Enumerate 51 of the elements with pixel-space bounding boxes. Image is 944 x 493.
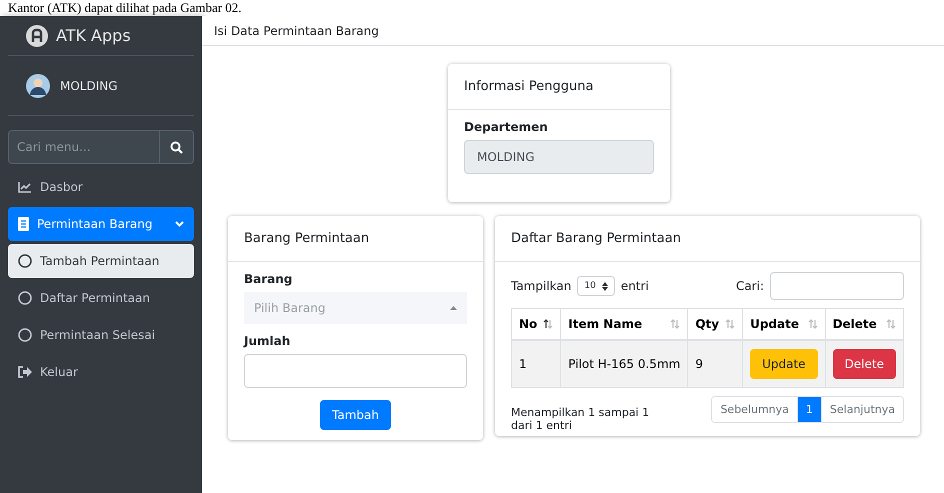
sidebar-item[interactable]: Keluar — [8, 355, 194, 389]
table-search-field[interactable] — [770, 272, 904, 300]
search-label: Cari: — [736, 279, 764, 293]
sidebar-subitem[interactable]: Permintaan Selesai — [8, 318, 194, 352]
sort-icon — [808, 319, 818, 329]
delete-button[interactable]: Delete — [832, 349, 896, 379]
page-size-select[interactable]: 10 — [577, 276, 615, 296]
document-caption: Kantor (ATK) dapat dilihat pada Gambar 02. — [7, 0, 243, 16]
field-label: Barang — [244, 272, 294, 286]
quantity-field[interactable] — [244, 354, 467, 388]
document-icon — [18, 217, 29, 231]
menu-search-field[interactable]: Cari menu... — [9, 131, 159, 163]
sidebar-item[interactable]: Permintaan Barang — [8, 207, 194, 241]
pagination-link[interactable]: 1 — [796, 397, 821, 422]
logo-icon — [26, 24, 48, 46]
avatar-icon — [26, 74, 50, 98]
department-field: MOLDING — [464, 140, 654, 174]
chart-icon — [18, 181, 32, 193]
sort-icon — [543, 319, 554, 329]
circle-icon — [18, 291, 32, 305]
entries-label: entri — [620, 279, 649, 293]
card-title: Barang Permintaan — [228, 216, 483, 262]
table-cell: 1 — [511, 340, 561, 388]
sidebar-subitem[interactable]: Tambah Permintaan — [8, 244, 194, 278]
card-title: Daftar Barang Permintaan — [494, 216, 920, 262]
sidebar-subitem[interactable]: Daftar Permintaan — [8, 281, 194, 315]
caret-icon — [450, 306, 457, 310]
pagination-link[interactable]: Selanjutnya — [820, 397, 903, 422]
table-cell: Pilot H-165 0.5mm — [560, 340, 688, 388]
add-button[interactable]: Tambah — [320, 400, 391, 430]
sort-icon — [670, 319, 680, 329]
field-label: Jumlah — [244, 334, 292, 348]
sign-out-icon — [18, 366, 32, 378]
table-info: Menampilkan 1 sampai 1 dari 1 entri — [510, 406, 650, 432]
menu-search-bar[interactable]: Cari menu... — [8, 130, 194, 164]
field-label: Departemen — [464, 120, 549, 134]
sort-icon — [886, 319, 896, 329]
spinner-icon — [602, 282, 608, 290]
circle-icon — [18, 328, 32, 342]
update-button[interactable]: Update — [750, 349, 818, 379]
user-name: MOLDING — [60, 78, 118, 92]
sidebar-item[interactable]: Dasbor — [8, 170, 194, 204]
chevron-icon[interactable] — [175, 221, 184, 227]
show-label: Tampilkan — [510, 279, 572, 293]
page-title: Isi Data Permintaan Barang — [214, 24, 379, 38]
card-title: Informasi Pengguna — [448, 64, 670, 110]
circle-icon — [18, 254, 32, 268]
brand-title: ATK Apps — [56, 26, 131, 45]
table-cell: 9 — [688, 340, 743, 388]
search-icon[interactable] — [170, 140, 183, 154]
sort-icon — [725, 319, 736, 329]
